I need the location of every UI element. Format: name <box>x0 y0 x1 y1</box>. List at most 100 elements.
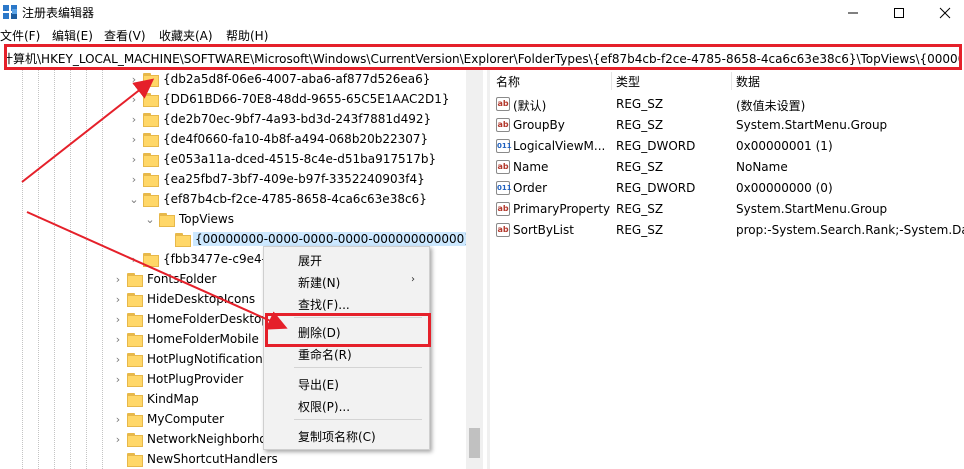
value-row[interactable]: ab Name REG_SZ NoName <box>490 157 964 178</box>
expand-arrow-icon[interactable]: › <box>128 93 140 107</box>
menu-favorites[interactable]: 收藏夹(A) <box>159 26 213 42</box>
value-row[interactable]: ab (默认) REG_SZ (数值未设置) <box>490 94 964 115</box>
column-header-data[interactable]: 数据 <box>736 73 760 90</box>
tree-item[interactable]: ⌄ {ef87b4cb-f2ce-4785-8658-4ca6c63e38c6} <box>0 190 470 210</box>
tree-item-label: {ea25fbd7-3bf7-409e-b97f-3352240903f4} <box>163 172 425 186</box>
minimize-button[interactable] <box>830 0 876 26</box>
folder-icon <box>143 253 159 267</box>
tree-item-label: NetworkNeighborho <box>147 432 267 446</box>
expand-arrow-icon[interactable]: › <box>128 253 140 267</box>
folder-icon <box>127 293 143 307</box>
values-list: 名称 类型 数据 ab (默认) REG_SZ (数值未设置) ab Group… <box>490 70 964 469</box>
value-type: REG_DWORD <box>616 139 696 153</box>
tree-item[interactable]: › {db2a5d8f-06e6-4007-aba6-af877d526ea6} <box>0 70 470 90</box>
folder-icon <box>127 373 143 387</box>
tree-item[interactable]: › {ea25fbd7-3bf7-409e-b97f-3352240903f4} <box>0 170 470 190</box>
expand-arrow-icon[interactable]: › <box>112 333 124 347</box>
tree-item-label: HotPlugProvider <box>147 372 244 386</box>
maximize-icon <box>894 8 904 18</box>
tree-item[interactable]: › {de4f0660-fa10-4b8f-a494-068b20b22307} <box>0 130 470 150</box>
context-menu-find[interactable]: 查找(F)... <box>298 296 350 313</box>
expand-arrow-icon[interactable]: › <box>112 373 124 387</box>
expand-arrow-icon[interactable]: › <box>128 73 140 87</box>
expand-arrow-icon[interactable]: › <box>112 273 124 287</box>
column-header-type[interactable]: 类型 <box>616 73 640 90</box>
folder-icon <box>127 353 143 367</box>
expand-arrow-icon[interactable]: › <box>112 353 124 367</box>
value-type: REG_DWORD <box>616 181 696 195</box>
value-row[interactable]: 011 LogicalViewM... REG_DWORD 0x00000001… <box>490 136 964 157</box>
context-menu-copy-key-name[interactable]: 复制项名称(C) <box>298 428 376 445</box>
collapse-arrow-icon[interactable]: ⌄ <box>128 193 140 207</box>
expand-arrow-icon[interactable]: › <box>128 133 140 147</box>
menu-edit[interactable]: 编辑(E) <box>52 26 93 42</box>
maximize-button[interactable] <box>876 0 922 26</box>
string-value-icon: ab <box>496 97 510 111</box>
menu-help[interactable]: 帮助(H) <box>226 26 268 42</box>
expand-arrow-icon[interactable]: › <box>112 313 124 327</box>
folder-icon <box>127 333 143 347</box>
tree-item-label: HomeFolderMobile <box>147 332 259 346</box>
title-bar: 注册表编辑器 <box>0 0 964 26</box>
context-menu-permissions[interactable]: 权限(P)... <box>298 398 350 415</box>
string-value-icon: ab <box>496 223 510 237</box>
context-menu-expand[interactable]: 展开 <box>298 252 322 269</box>
value-name: (默认) <box>513 99 547 113</box>
value-type: REG_SZ <box>616 118 664 132</box>
tree-item-label: NewShortcutHandlers <box>147 452 278 466</box>
tree-item-label: TopViews <box>179 212 234 226</box>
collapse-arrow-icon[interactable]: ⌄ <box>144 213 156 227</box>
tree-scrollbar[interactable] <box>466 70 483 469</box>
folder-icon <box>127 413 143 427</box>
tree-item[interactable]: ⌄ TopViews <box>0 210 470 230</box>
menu-file[interactable]: 文件(F) <box>0 26 40 42</box>
column-divider[interactable] <box>731 72 732 90</box>
value-row[interactable]: ab PrimaryProperty REG_SZ System.StartMe… <box>490 199 964 220</box>
binary-value-icon: 011 <box>496 181 512 195</box>
tree-item-label: KindMap <box>147 392 199 406</box>
value-row[interactable]: ab SortByList REG_SZ prop:-System.Search… <box>490 220 964 241</box>
tree-item[interactable]: NewShortcutHandlers <box>0 450 470 469</box>
menu-separator <box>294 367 422 368</box>
expand-arrow-icon[interactable]: › <box>128 153 140 167</box>
folder-icon <box>127 313 143 327</box>
tree-item[interactable]: › {DD61BD66-70E8-48dd-9655-65C5E1AAC2D1} <box>0 90 470 110</box>
tree-item-label: {fbb3477e-c9e4-4 <box>163 252 274 266</box>
submenu-arrow-icon: › <box>411 274 415 285</box>
scrollbar-thumb[interactable] <box>469 428 480 458</box>
tree-item[interactable]: › {e053a11a-dced-4515-8c4e-d51ba917517b} <box>0 150 470 170</box>
tree-item-label: {00000000-0000-0000-0000-000000000000} <box>193 232 474 246</box>
close-icon <box>939 7 951 19</box>
folder-icon <box>127 393 143 407</box>
value-row[interactable]: 011 Order REG_DWORD 0x00000000 (0) <box>490 178 964 199</box>
expand-arrow-icon[interactable]: › <box>128 173 140 187</box>
menu-separator <box>294 419 422 420</box>
value-name: LogicalViewM... <box>513 139 606 153</box>
expand-arrow-icon[interactable]: › <box>112 413 124 427</box>
context-menu-rename[interactable]: 重命名(R) <box>298 346 352 363</box>
expand-arrow-icon[interactable]: › <box>112 433 124 447</box>
value-row[interactable]: ab GroupBy REG_SZ System.StartMenu.Group <box>490 115 964 136</box>
address-bar[interactable]: 计算机\HKEY_LOCAL_MACHINE\SOFTWARE\Microsof… <box>4 44 962 70</box>
close-button[interactable] <box>922 0 964 26</box>
context-menu-export[interactable]: 导出(E) <box>298 376 339 393</box>
context-menu-new[interactable]: 新建(N) <box>298 274 340 291</box>
column-header-name[interactable]: 名称 <box>496 73 520 90</box>
value-data: System.StartMenu.Group <box>736 118 888 132</box>
value-data: prop:-System.Search.Rank;-System.Date <box>736 223 964 237</box>
expand-arrow-icon[interactable]: › <box>112 293 124 307</box>
column-divider[interactable] <box>611 72 612 90</box>
value-name: GroupBy <box>513 118 565 132</box>
menu-view[interactable]: 查看(V) <box>104 26 146 42</box>
folder-icon <box>127 433 143 447</box>
expand-arrow-icon[interactable]: › <box>128 113 140 127</box>
value-name: PrimaryProperty <box>513 202 611 216</box>
tree-item[interactable]: › {de2b70ec-9bf7-4a93-bd3d-243f7881d492} <box>0 110 470 130</box>
folder-icon <box>127 453 143 467</box>
value-data: 0x00000001 (1) <box>736 139 833 153</box>
context-menu: 展开 新建(N) › 查找(F)... 删除(D) 重命名(R) 导出(E) 权… <box>263 246 430 450</box>
folder-icon <box>143 93 159 107</box>
value-data: System.StartMenu.Group <box>736 202 888 216</box>
value-data: (数值未设置) <box>736 99 806 113</box>
tree-item-label: HomeFolderDesktop <box>147 312 270 326</box>
